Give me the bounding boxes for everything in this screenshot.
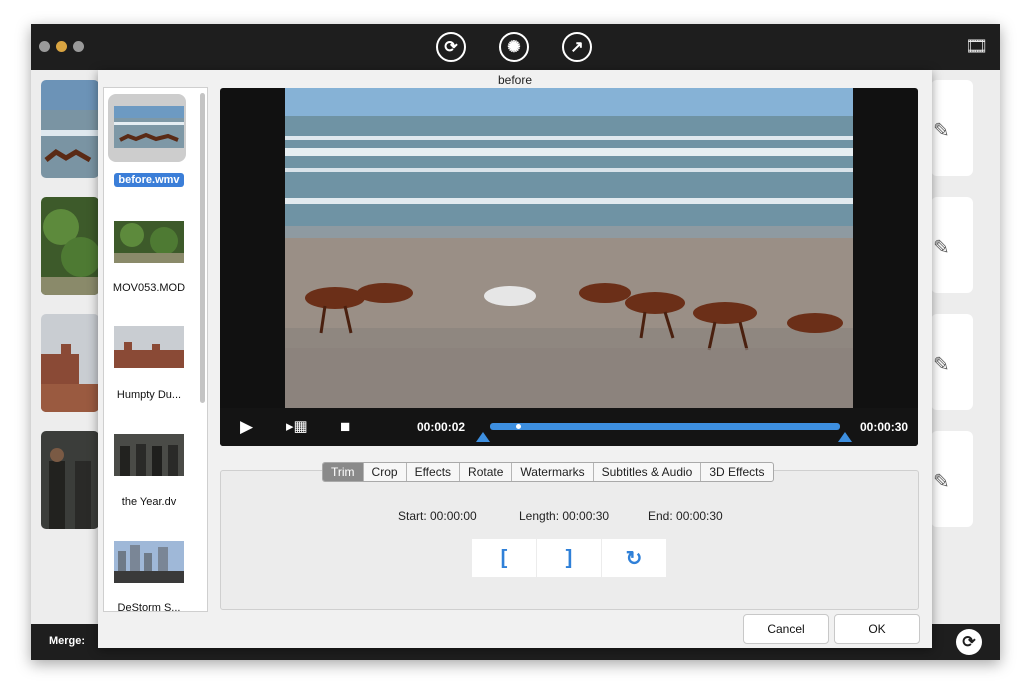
convert-icon[interactable]: ⟳ — [436, 32, 466, 62]
tab-crop[interactable]: Crop — [364, 463, 407, 481]
current-time: 00:00:02 — [417, 420, 466, 434]
background-thumbnail — [41, 197, 99, 295]
ok-button[interactable]: OK — [834, 614, 920, 644]
video-frame — [285, 88, 853, 408]
tab-watermarks[interactable]: Watermarks — [512, 463, 594, 481]
trim-end: End: 00:00:30 — [648, 509, 723, 523]
snapshot-film-icon[interactable]: ▸▦ — [286, 417, 308, 435]
film-reel-icon[interactable]: ✺ — [499, 32, 529, 62]
title-bar: ⟳ ✺ ↗ 🎞 — [31, 24, 1000, 70]
file-thumbnail[interactable] — [114, 541, 184, 583]
tab-rotate[interactable]: Rotate — [460, 463, 513, 481]
edit-pencil-icon[interactable]: ✎ — [933, 469, 950, 494]
convert-button[interactable]: ⟳ — [956, 629, 982, 655]
close-window-button[interactable] — [39, 41, 50, 52]
cancel-button[interactable]: Cancel — [743, 614, 829, 644]
reset-trim-button[interactable]: ↻ — [602, 539, 666, 577]
file-thumbnail[interactable] — [114, 106, 184, 148]
edit-pencil-icon[interactable]: ✎ — [933, 352, 950, 377]
edit-pencil-icon[interactable]: ✎ — [933, 118, 950, 143]
share-icon[interactable]: ↗ — [562, 32, 592, 62]
edit-dialog: before before.wmv MOV053.MOD Humpty Du..… — [98, 70, 932, 648]
zoom-window-button[interactable] — [73, 41, 84, 52]
file-item-label[interactable]: DeStorm S... — [104, 602, 194, 611]
seek-bar[interactable] — [490, 423, 840, 430]
background-thumbnail — [41, 431, 99, 529]
player-controls: ▶ ▸▦ ■ 00:00:02 00:00:30 — [220, 408, 918, 446]
edit-tabs: Trim Crop Effects Rotate Watermarks Subt… — [322, 462, 774, 482]
file-thumbnail[interactable] — [114, 221, 184, 263]
set-end-bracket-button[interactable]: ] — [537, 539, 601, 577]
dialog-title: before — [497, 73, 533, 87]
tab-3d-effects[interactable]: 3D Effects — [701, 463, 772, 481]
trim-length: Length: 00:00:30 — [519, 509, 610, 523]
play-icon[interactable]: ▶ — [240, 417, 253, 437]
file-item-label[interactable]: the Year.dv — [104, 496, 194, 508]
total-time: 00:00:30 — [860, 420, 909, 434]
tab-trim[interactable]: Trim — [323, 463, 364, 481]
trim-start: Start: 00:00:00 — [398, 509, 477, 523]
video-player: ▶ ▸▦ ■ 00:00:02 00:00:30 — [220, 88, 918, 446]
background-thumbnail — [41, 314, 99, 412]
set-start-bracket-button[interactable]: [ — [472, 539, 536, 577]
file-item-label[interactable]: Humpty Du... — [104, 389, 194, 401]
file-thumbnail[interactable] — [114, 326, 184, 368]
tab-subtitles-audio[interactable]: Subtitles & Audio — [594, 463, 702, 481]
background-thumbnail — [41, 80, 99, 178]
tab-effects[interactable]: Effects — [407, 463, 461, 481]
minimize-window-button[interactable] — [56, 41, 67, 52]
media-browser-icon[interactable]: 🎞 — [965, 36, 988, 57]
trim-end-handle[interactable] — [838, 432, 852, 442]
edit-pencil-icon[interactable]: ✎ — [933, 235, 950, 260]
trim-start-handle[interactable] — [476, 432, 490, 442]
playhead[interactable] — [516, 424, 521, 429]
file-sidebar: before.wmv MOV053.MOD Humpty Du... the Y… — [103, 87, 208, 612]
sidebar-scrollbar[interactable] — [200, 93, 205, 403]
file-item-label[interactable]: before.wmv — [104, 173, 194, 187]
merge-label: Merge: — [49, 635, 86, 647]
stop-icon[interactable]: ■ — [340, 417, 350, 437]
file-item-label[interactable]: MOV053.MOD — [104, 282, 194, 294]
file-thumbnail[interactable] — [114, 434, 184, 476]
